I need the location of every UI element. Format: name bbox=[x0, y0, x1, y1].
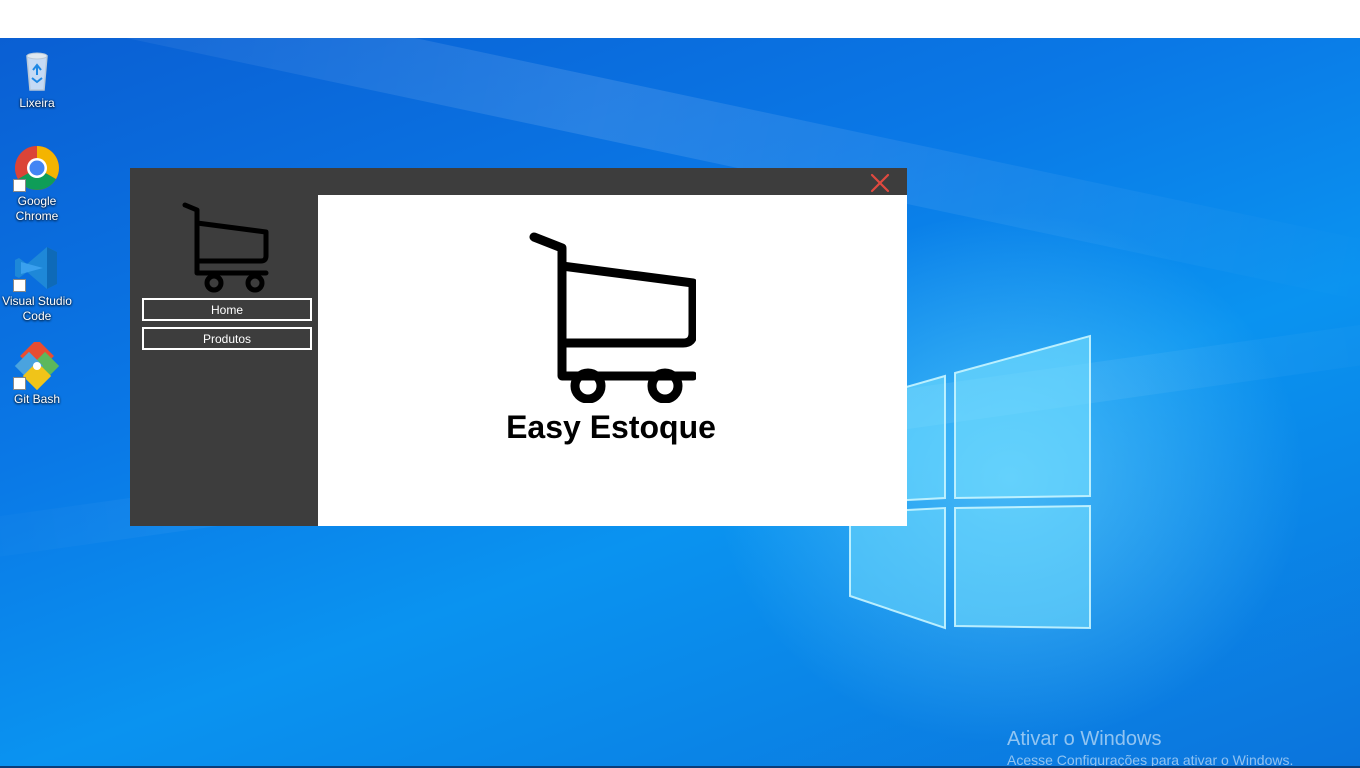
git-bash-icon bbox=[13, 339, 61, 391]
produtos-button[interactable]: Produtos bbox=[142, 327, 312, 350]
chrome-icon bbox=[13, 144, 61, 192]
activation-title: Ativar o Windows bbox=[1007, 728, 1162, 750]
label-line: Chrome bbox=[15, 209, 59, 223]
label-line: Code bbox=[22, 309, 52, 323]
main-content: Easy Estoque bbox=[318, 195, 907, 526]
home-button[interactable]: Home bbox=[142, 298, 312, 321]
desktop-icon-lixeira[interactable]: Lixeira bbox=[2, 46, 72, 111]
shortcut-arrow-icon bbox=[13, 279, 26, 292]
desktop-icon-label: Visual Studio Code bbox=[2, 294, 72, 324]
shortcut-arrow-icon bbox=[13, 377, 26, 390]
desktop-icon-label: Google Chrome bbox=[16, 194, 59, 224]
close-button[interactable] bbox=[867, 171, 893, 195]
windows-activation-watermark: Ativar o Windows Acesse Configurações pa… bbox=[1007, 727, 1347, 768]
desktop-icon-vscode[interactable]: Visual Studio Code bbox=[2, 244, 72, 324]
shortcut-arrow-icon bbox=[13, 179, 26, 192]
desktop-icon-label: Git Bash bbox=[13, 392, 61, 406]
label-line: Visual Studio bbox=[2, 294, 72, 308]
desktop-icon-git-bash[interactable]: Git Bash bbox=[2, 339, 72, 407]
top-white-strip bbox=[0, 0, 1360, 38]
desktop-icon-chrome[interactable]: Google Chrome bbox=[2, 144, 72, 224]
app-title: Easy Estoque bbox=[506, 409, 716, 445]
label-line: Google bbox=[17, 194, 57, 208]
sidebar: Home Produtos bbox=[130, 168, 318, 526]
desktop-icon-label: Lixeira bbox=[19, 96, 55, 110]
vscode-icon bbox=[13, 244, 61, 292]
app-window: Home Produtos Easy Estoque bbox=[130, 168, 907, 526]
screen: Lixeira Google Chrome Visual Studio Code… bbox=[0, 0, 1360, 768]
recycle-bin-icon bbox=[13, 46, 61, 94]
shopping-cart-icon bbox=[529, 232, 696, 403]
shopping-cart-icon bbox=[182, 202, 269, 293]
close-icon bbox=[870, 173, 890, 193]
